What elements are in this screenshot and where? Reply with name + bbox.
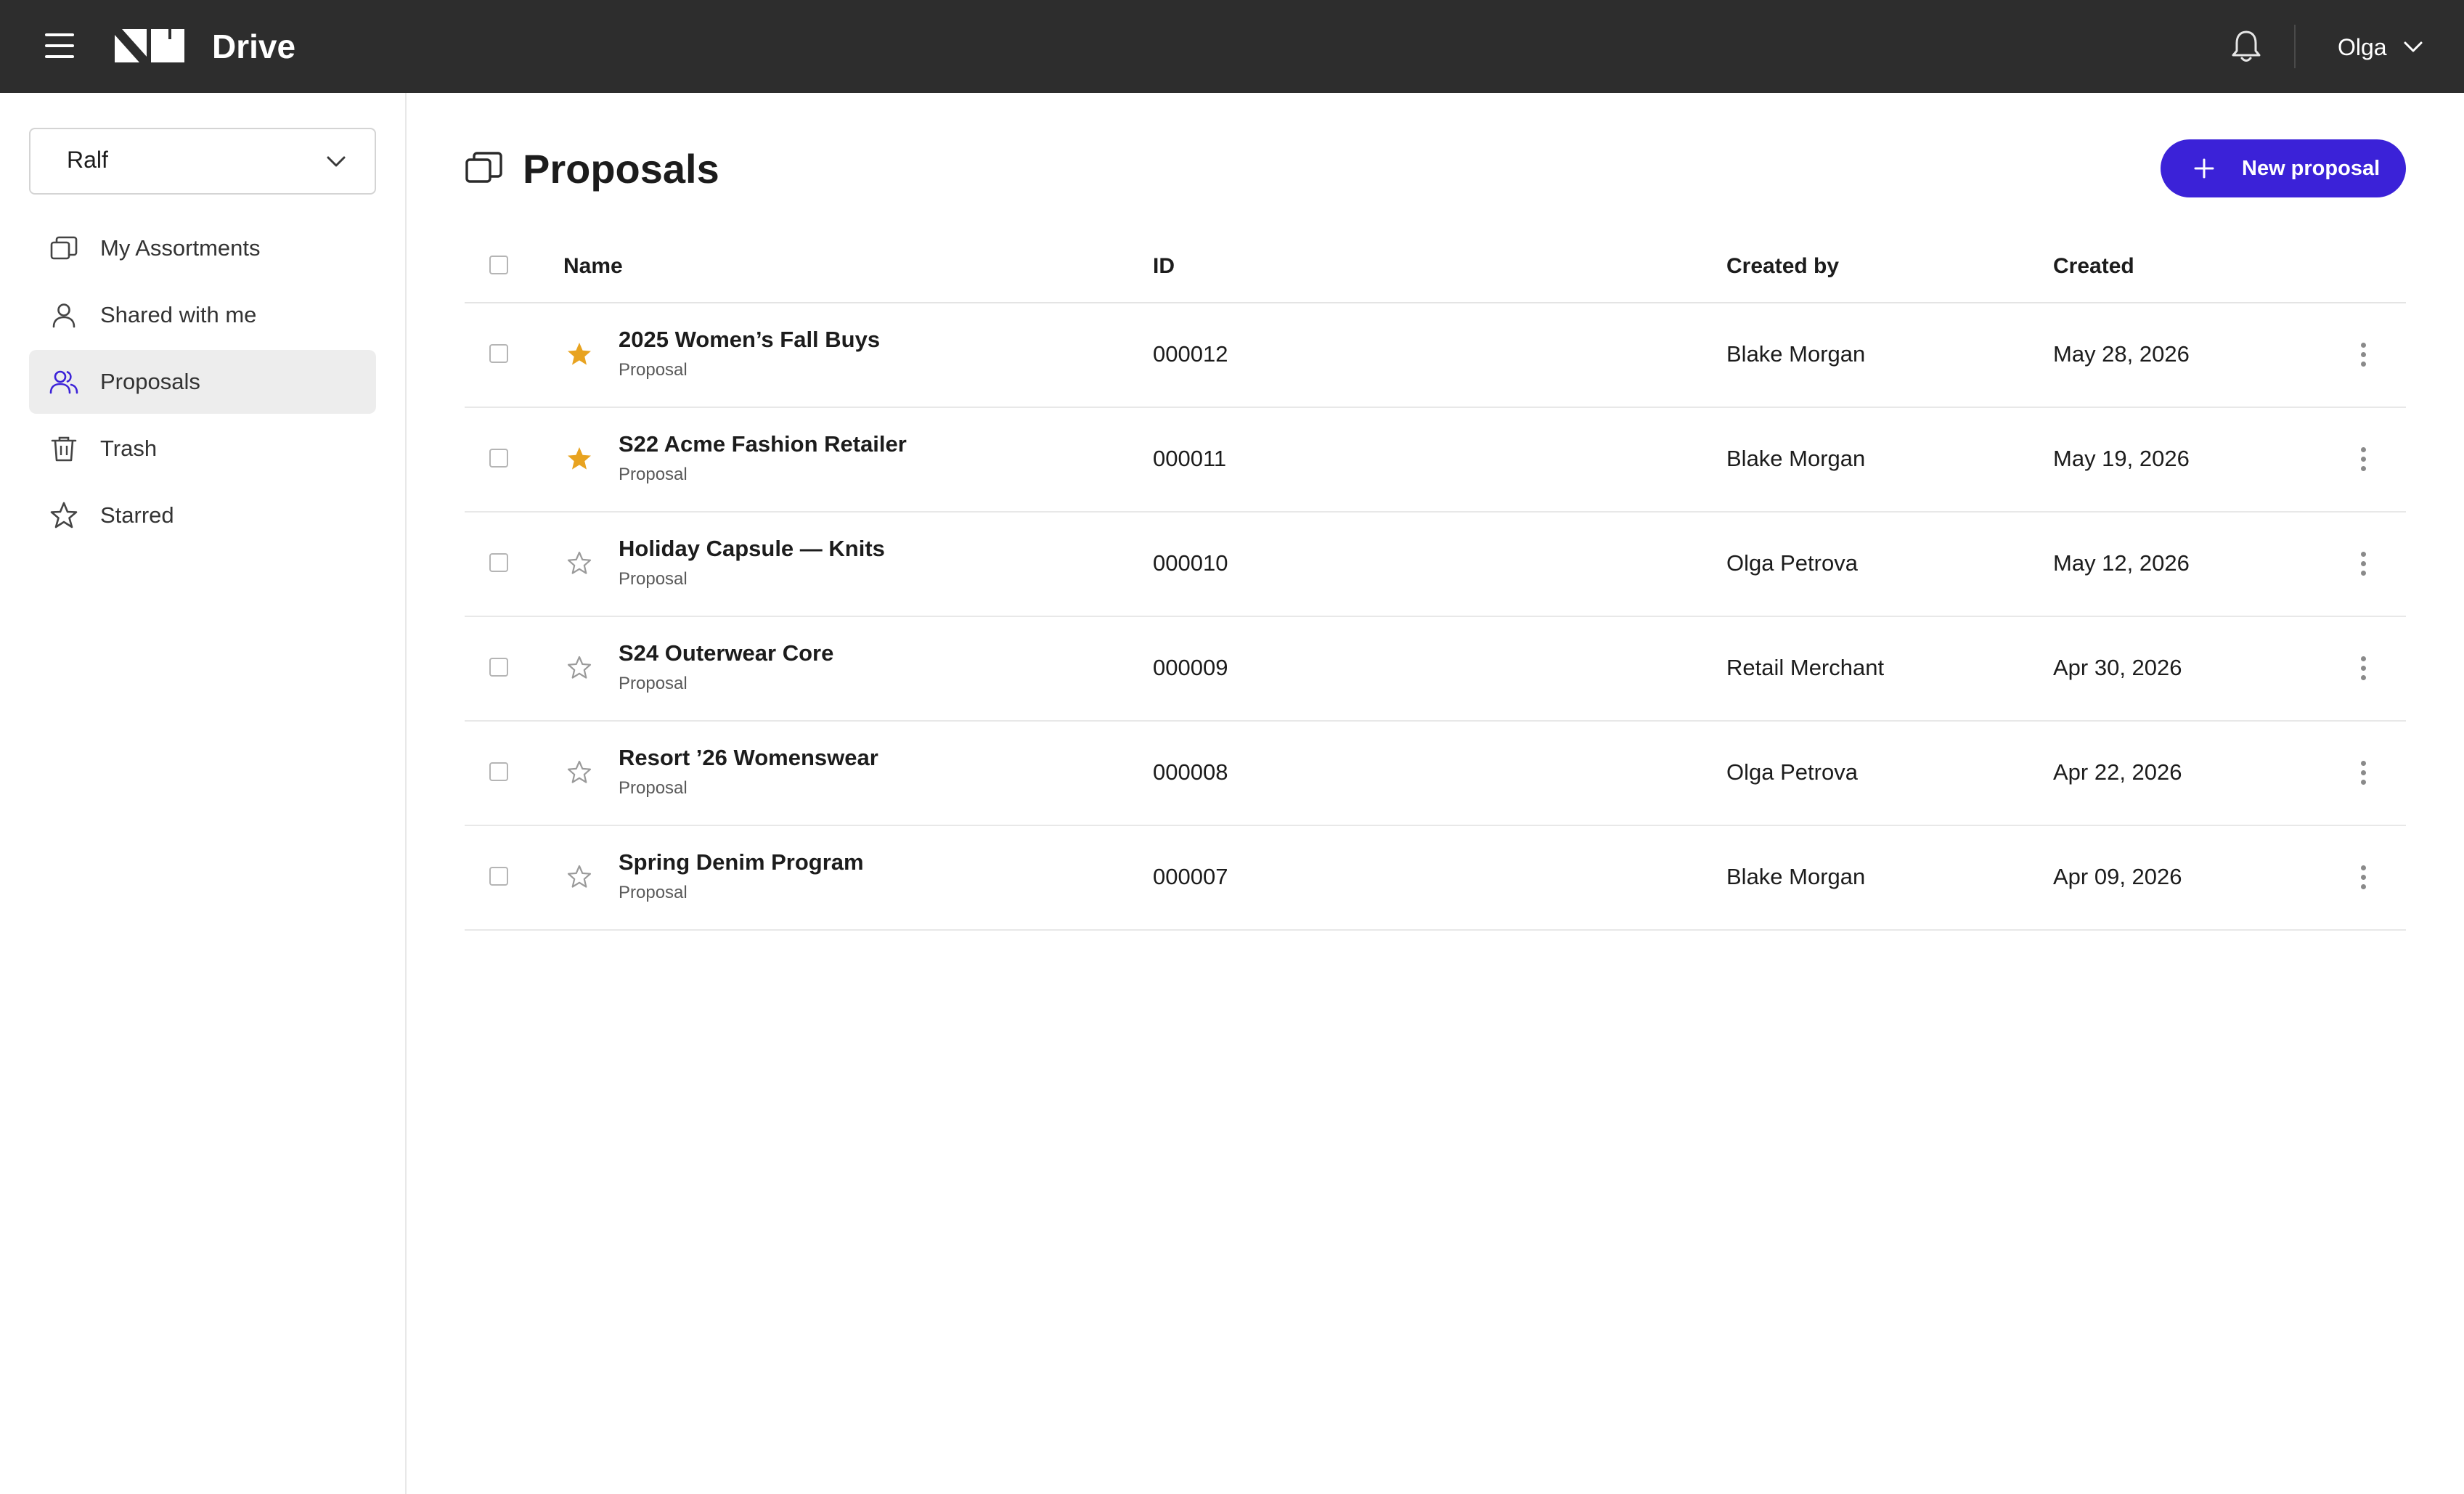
proposal-name[interactable]: Resort ’26 Womenswear: [619, 745, 878, 771]
sidebar-item-label: Shared with me: [100, 302, 257, 327]
created-date: May 28, 2026: [2053, 341, 2190, 367]
column-header-id[interactable]: ID: [1153, 254, 1175, 279]
proposal-id: 000009: [1153, 655, 1228, 680]
plus-icon: [2194, 158, 2214, 179]
table-row[interactable]: 2025 Women’s Fall Buys Proposal 000012 Blak…: [465, 303, 2406, 408]
created-by: Retail Merchant: [1726, 655, 1885, 680]
sidebar: Ralf My Assortments Shared with me Propo…: [0, 93, 407, 1494]
star-filled-icon[interactable]: [566, 446, 592, 472]
proposal-id: 000011: [1153, 446, 1227, 471]
new-proposal-button[interactable]: New proposal: [2161, 139, 2406, 197]
table-row[interactable]: Resort ’26 Womenswear Proposal 000008 Olga …: [465, 722, 2406, 826]
column-header-name[interactable]: Name: [563, 254, 623, 279]
sidebar-item-starred[interactable]: Starred: [29, 483, 376, 547]
sidebar-item-shared-with-me[interactable]: Shared with me: [29, 283, 376, 347]
row-checkbox[interactable]: [489, 344, 508, 363]
app-title: Drive: [212, 28, 296, 65]
select-all-checkbox[interactable]: [489, 256, 508, 274]
trash-icon: [51, 436, 77, 462]
table-row[interactable]: S22 Acme Fashion Retailer Proposal 000011 B…: [465, 408, 2406, 513]
chevron-down-icon: [2404, 41, 2423, 52]
created-date: Apr 22, 2026: [2053, 759, 2182, 785]
workspace-select[interactable]: Ralf: [29, 128, 376, 195]
sidebar-item-label: Starred: [100, 502, 174, 528]
row-checkbox[interactable]: [489, 553, 508, 572]
created-date: Apr 09, 2026: [2053, 864, 2182, 889]
hamburger-menu-icon[interactable]: [45, 33, 77, 60]
more-options-icon[interactable]: [2352, 862, 2374, 893]
page-title: Proposals: [523, 146, 719, 192]
table-row[interactable]: Spring Denim Program Proposal 000007 Blake …: [465, 826, 2406, 931]
person-icon: [52, 303, 76, 328]
proposals-table: Name ID Created by Created 2025 Women’s …: [465, 232, 2406, 931]
proposal-name[interactable]: 2025 Women’s Fall Buys: [619, 327, 880, 353]
star-outline-icon[interactable]: [566, 864, 592, 890]
proposal-id: 000007: [1153, 864, 1228, 889]
created-by: Blake Morgan: [1726, 341, 1866, 367]
created-by: Blake Morgan: [1726, 446, 1866, 471]
proposal-type: Proposal: [619, 778, 688, 798]
proposal-id: 000010: [1153, 550, 1228, 576]
proposal-type: Proposal: [619, 569, 688, 589]
more-options-icon[interactable]: [2352, 653, 2374, 684]
star-outline-icon[interactable]: [566, 655, 592, 681]
table-body: 2025 Women’s Fall Buys Proposal 000012 Blak…: [465, 303, 2406, 931]
proposal-id: 000012: [1153, 341, 1228, 367]
proposal-type: Proposal: [619, 674, 688, 693]
sidebar-item-label: Proposals: [100, 369, 200, 394]
more-options-icon[interactable]: [2352, 758, 2374, 788]
user-menu[interactable]: Olga: [2338, 29, 2423, 65]
table-row[interactable]: S24 Outerwear Core Proposal 000009 Retail M…: [465, 617, 2406, 722]
star-outline-icon[interactable]: [566, 550, 592, 576]
star-outline-icon[interactable]: [566, 759, 592, 785]
sidebar-item-trash[interactable]: Trash: [29, 417, 376, 481]
chevron-down-icon: [327, 156, 346, 167]
proposal-id: 000008: [1153, 759, 1228, 785]
user-name: Olga: [2338, 33, 2387, 60]
sidebar-item-label: Trash: [100, 436, 158, 461]
proposal-name[interactable]: Holiday Capsule — Knits: [619, 536, 885, 562]
star-outline-icon: [50, 502, 78, 528]
column-header-created-by[interactable]: Created by: [1726, 254, 1839, 279]
more-options-icon[interactable]: [2352, 549, 2374, 579]
assortments-icon: [465, 152, 502, 183]
brand-logo: [115, 29, 184, 62]
topbar-divider: [2294, 25, 2296, 68]
proposal-name[interactable]: S22 Acme Fashion Retailer: [619, 431, 907, 457]
people-icon: [49, 370, 78, 394]
created-by: Olga Petrova: [1726, 759, 1858, 785]
proposal-type: Proposal: [619, 465, 688, 484]
table-row[interactable]: Holiday Capsule — Knits Proposal 000010 Olg…: [465, 513, 2406, 617]
row-checkbox[interactable]: [489, 658, 508, 677]
proposal-type: Proposal: [619, 883, 688, 902]
created-date: May 12, 2026: [2053, 550, 2190, 576]
proposal-type: Proposal: [619, 360, 688, 380]
sidebar-nav: My Assortments Shared with me Proposals: [29, 216, 376, 550]
sidebar-item-my-assortments[interactable]: My Assortments: [29, 216, 376, 280]
column-header-created[interactable]: Created: [2053, 254, 2134, 279]
new-proposal-label: New proposal: [2242, 157, 2381, 180]
more-options-icon[interactable]: [2352, 444, 2374, 475]
more-options-icon[interactable]: [2352, 340, 2374, 370]
proposal-name[interactable]: Spring Denim Program: [619, 849, 864, 875]
notifications-bell-icon[interactable]: [2230, 29, 2262, 64]
created-by: Olga Petrova: [1726, 550, 1858, 576]
created-by: Blake Morgan: [1726, 864, 1866, 889]
row-checkbox[interactable]: [489, 449, 508, 468]
top-bar: Drive Olga: [0, 0, 2464, 93]
proposal-name[interactable]: S24 Outerwear Core: [619, 640, 833, 666]
star-filled-icon[interactable]: [566, 341, 592, 367]
row-checkbox[interactable]: [489, 867, 508, 886]
sidebar-item-label: My Assortments: [100, 235, 261, 261]
table-header: Name ID Created by Created: [465, 232, 2406, 303]
created-date: May 19, 2026: [2053, 446, 2190, 471]
row-checkbox[interactable]: [489, 762, 508, 781]
workspace-name: Ralf: [67, 147, 108, 173]
sidebar-item-proposals[interactable]: Proposals: [29, 350, 376, 414]
created-date: Apr 30, 2026: [2053, 655, 2182, 680]
assortments-icon: [50, 236, 78, 260]
